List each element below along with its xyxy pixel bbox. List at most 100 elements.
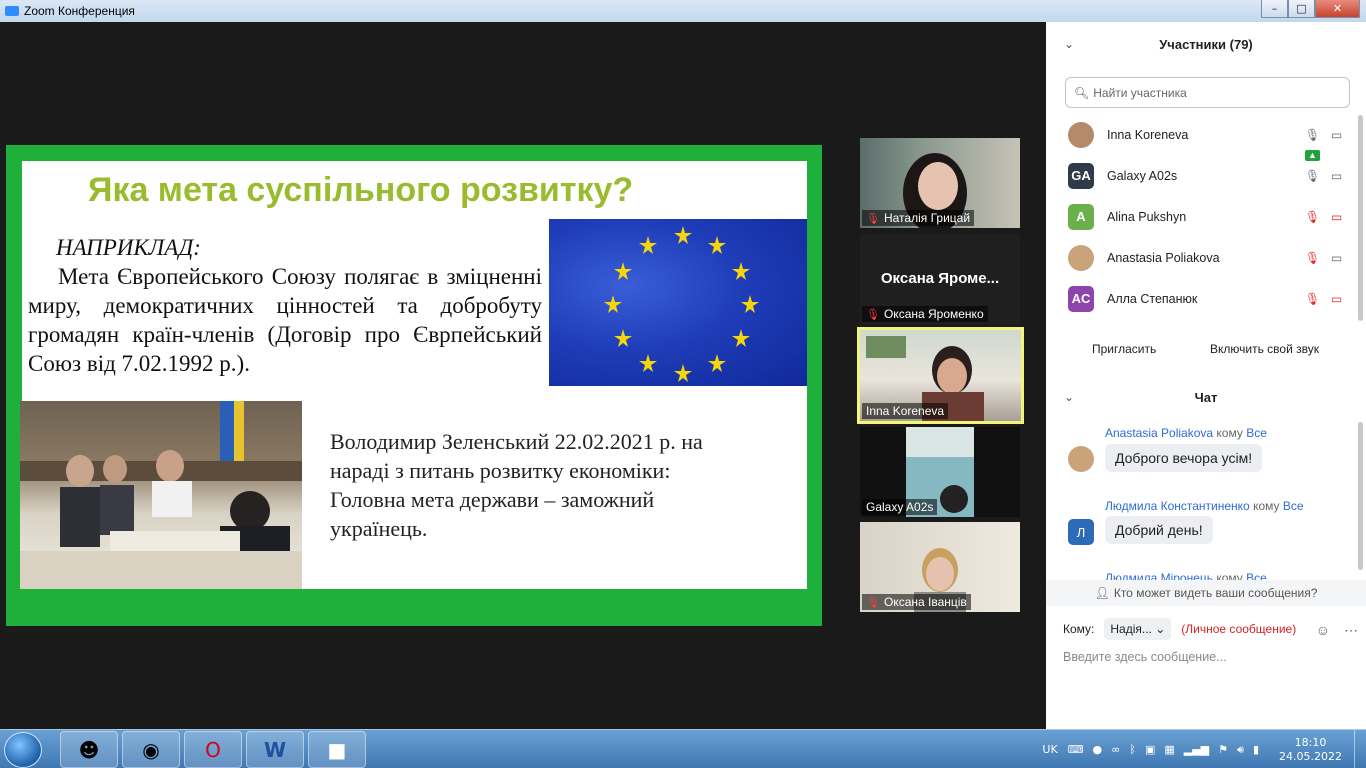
mic-muted-icon[interactable]: 🎙 — [1305, 251, 1320, 265]
participant-row[interactable]: AC Алла Степанюк 🎙 ▭ — [1046, 278, 1366, 319]
mic-muted-icon[interactable]: 🎙 — [1305, 292, 1320, 306]
window-title: Zoom Конференция — [24, 4, 135, 18]
taskbar: ☻ ◉ O W ■ UK ⌨ ● ∞ ᛒ ▣ ▦ ▂▄▆ ⚑ 🔊︎ ▮ 18:1… — [0, 729, 1366, 768]
flag-icon[interactable]: ⚑ — [1218, 743, 1228, 757]
participants-title: Участники (79) — [1159, 36, 1253, 52]
battery-icon[interactable]: ▮ — [1253, 743, 1259, 757]
chevron-down-icon[interactable]: ⌄ — [1064, 37, 1074, 51]
message-sender: Людмила Константиненко кому Все — [1105, 499, 1304, 513]
clock-date: 24.05.2022 — [1279, 749, 1342, 763]
video-icon[interactable]: ▭ — [1329, 128, 1344, 142]
private-message-label: (Личное сообщение) — [1181, 622, 1297, 636]
avatar: AC — [1068, 285, 1094, 312]
participant-name: Inna Koreneva — [866, 404, 945, 418]
avatar: GA — [1068, 162, 1094, 189]
user-icon: 👤︎ — [1094, 586, 1110, 600]
participant-name: Galaxy A02s — [866, 500, 934, 514]
network-icon[interactable]: ∞ — [1111, 743, 1120, 757]
slide: Яка мета суспільного розвитку? НАПРИКЛАД… — [20, 161, 807, 589]
mic-muted-icon: 🎙 — [866, 308, 880, 321]
word-icon[interactable]: W — [246, 731, 304, 768]
chat-messages: Anastasia Poliakova кому Все Доброго веч… — [1046, 420, 1366, 580]
slide-title: Яка мета суспільного розвитку? — [88, 171, 634, 209]
show-desktop-button[interactable] — [1354, 730, 1366, 768]
video-off-icon[interactable]: ▭ — [1329, 210, 1344, 224]
bluetooth-icon[interactable]: ᛒ — [1129, 743, 1136, 757]
participant-name: Inna Koreneva — [1107, 127, 1189, 142]
recipient-row: Кому: Надія... ⌄ (Личное сообщение) — [1063, 618, 1296, 640]
app-icon-1[interactable]: ☻ — [60, 731, 118, 768]
avatar — [1068, 446, 1094, 472]
chat-scrollbar[interactable] — [1358, 422, 1363, 570]
slide-frame: Яка мета суспільного розвитку? НАПРИКЛАД… — [6, 145, 822, 626]
minimize-button[interactable]: – — [1261, 0, 1288, 18]
avatar: A — [1068, 203, 1094, 230]
zoom-tray-icon[interactable]: ● — [1093, 743, 1103, 757]
participant-name: Оксана Іванців — [883, 595, 967, 609]
video-thumb[interactable]: 🎙 Наталія Грицай — [860, 138, 1020, 228]
system-tray: UK ⌨ ● ∞ ᛒ ▣ ▦ ▂▄▆ ⚑ 🔊︎ ▮ 18:10 24.05.20… — [1042, 730, 1366, 768]
side-panel: ⌄ Участники (79) 🔍︎ Найти участника Inna… — [1046, 22, 1366, 729]
clock[interactable]: 18:10 24.05.2022 — [1279, 736, 1342, 764]
participant-row[interactable]: Inna Koreneva ▲ 🎙 ▭ — [1046, 114, 1366, 161]
to-label: Кому: — [1063, 622, 1095, 636]
emoji-icon[interactable]: ☺ — [1316, 622, 1330, 639]
message-sender: Anastasia Poliakova кому Все — [1105, 426, 1267, 440]
mic-muted-icon: 🎙 — [866, 212, 880, 225]
slide-text: НАПРИКЛАД: Мета Європейського Союзу поля… — [28, 233, 542, 378]
mic-muted-icon[interactable]: 🎙 — [1305, 210, 1320, 224]
mic-icon[interactable]: 🎙 — [1305, 128, 1320, 142]
avatar — [1068, 244, 1094, 271]
participant-list: Inna Koreneva ▲ 🎙 ▭ GA Galaxy A02s 🎙 ▭ A… — [1046, 114, 1366, 319]
clock-time: 18:10 — [1294, 735, 1327, 749]
participant-big-name: Оксана Яроме... — [880, 270, 1000, 287]
tray-icon[interactable]: ▦ — [1164, 743, 1174, 757]
more-icon[interactable]: ⋯ — [1344, 622, 1358, 639]
maximize-button[interactable]: □ — [1288, 0, 1315, 18]
close-button[interactable]: ✕ — [1315, 0, 1360, 18]
title-bar: Zoom Конференция – □ ✕ — [0, 0, 1366, 22]
participant-search-input[interactable]: 🔍︎ Найти участника — [1065, 77, 1350, 108]
language-indicator[interactable]: UK — [1042, 743, 1057, 756]
video-off-icon[interactable]: ▭ — [1329, 292, 1344, 306]
video-thumb[interactable]: Оксана Яроме... 🎙 Оксана Яроменко — [860, 234, 1020, 324]
search-placeholder: Найти участника — [1093, 85, 1187, 100]
signal-icon[interactable]: ▂▄▆ — [1184, 743, 1209, 757]
chat-input[interactable]: Введите здесь сообщение... — [1063, 650, 1227, 664]
avatar: Л — [1068, 519, 1094, 545]
participants-scrollbar[interactable] — [1358, 115, 1363, 321]
participant-row[interactable]: A Alina Pukshyn 🎙 ▭ — [1046, 196, 1366, 237]
mic-icon[interactable]: 🎙 — [1305, 169, 1320, 183]
chat-title: Чат — [1194, 389, 1218, 405]
who-can-see-link[interactable]: 👤︎ Кто может видеть ваши сообщения? — [1046, 580, 1366, 606]
participant-name: Алла Степанюк — [1107, 291, 1198, 306]
slide-body: Мета Європейського Союзу полягає в зміцн… — [28, 264, 542, 376]
participant-row[interactable]: GA Galaxy A02s 🎙 ▭ — [1046, 155, 1366, 196]
video-thumb-active[interactable]: Inna Koreneva — [857, 327, 1024, 424]
video-thumb[interactable]: 🎙 Оксана Іванців — [860, 522, 1020, 612]
participant-name: Anastasia Poliakova — [1107, 250, 1220, 265]
volume-icon[interactable]: 🔊︎ — [1237, 743, 1244, 757]
slide-quote: Володимир Зеленський 22.02.2021 р. на на… — [330, 429, 703, 541]
video-icon[interactable]: ▭ — [1329, 251, 1344, 265]
participant-name: Galaxy A02s — [1107, 168, 1178, 183]
video-thumb[interactable]: Galaxy A02s — [860, 427, 1020, 517]
meeting-photo — [20, 401, 302, 589]
zoom-taskbar-icon[interactable]: ■ — [308, 731, 366, 768]
participant-row[interactable]: Anastasia Poliakova 🎙 ▭ — [1046, 237, 1366, 278]
chevron-down-icon[interactable]: ⌄ — [1064, 390, 1074, 404]
avatar — [1068, 121, 1094, 148]
participant-name: Оксана Яроменко — [883, 307, 984, 321]
opera-icon[interactable]: O — [184, 731, 242, 768]
tray-icon[interactable]: ▣ — [1145, 743, 1155, 757]
chat-header: ⌄ Чат — [1046, 382, 1366, 412]
start-button[interactable] — [4, 732, 42, 768]
recipient-select[interactable]: Надія... ⌄ — [1104, 618, 1172, 640]
invite-button[interactable]: Пригласить — [1084, 335, 1164, 363]
chrome-icon[interactable]: ◉ — [122, 731, 180, 768]
unmute-button[interactable]: Включить свой звук — [1202, 335, 1327, 363]
search-icon: 🔍︎ — [1074, 85, 1090, 100]
video-icon[interactable]: ▭ — [1329, 169, 1344, 183]
participant-name: Наталія Грицай — [883, 211, 971, 225]
keyboard-icon[interactable]: ⌨ — [1068, 743, 1084, 757]
